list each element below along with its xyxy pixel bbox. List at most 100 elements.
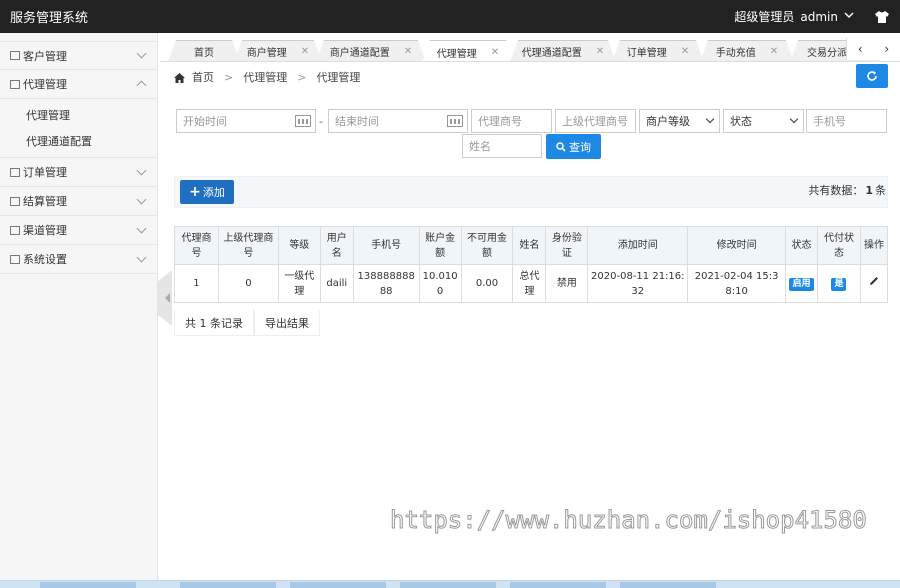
sidebar-subitem-agent-management[interactable]: 代理管理 bbox=[0, 102, 157, 128]
pay-status-badge[interactable]: 是 bbox=[831, 278, 847, 291]
sidebar-item-channels[interactable]: 渠道管理 bbox=[0, 216, 157, 245]
sidebar-item-agents[interactable]: 代理管理 bbox=[0, 70, 157, 99]
top-bar: 服务管理系统 超级管理员 admin bbox=[0, 0, 900, 33]
sidebar-item-orders[interactable]: 订单管理 bbox=[0, 158, 157, 187]
sidebar-item-settlement[interactable]: 结算管理 bbox=[0, 187, 157, 216]
status-badge[interactable]: 启用 bbox=[789, 278, 814, 291]
query-button[interactable]: 查询 bbox=[546, 134, 601, 159]
menu-icon bbox=[10, 254, 20, 264]
total-prefix: 共有数据： bbox=[808, 184, 864, 197]
tab-merchants[interactable]: 商户管理 ✕ bbox=[234, 40, 322, 62]
query-button-label: 查询 bbox=[569, 140, 591, 154]
tab-label: 订单管理 bbox=[626, 48, 667, 59]
refresh-button[interactable] bbox=[856, 64, 888, 88]
caret-left-icon bbox=[164, 293, 170, 303]
table-row: 1 0 一级代理 daili 13888888888 10.0100 0.00 … bbox=[174, 264, 889, 303]
close-icon[interactable]: ✕ bbox=[404, 46, 412, 57]
tab-nav: ‹ › bbox=[846, 38, 900, 60]
close-icon[interactable]: ✕ bbox=[770, 46, 778, 57]
tab-label: 商户管理 bbox=[246, 48, 287, 59]
search-icon bbox=[556, 141, 566, 152]
column-header: 等级 bbox=[277, 226, 321, 265]
tab-agents[interactable]: 代理管理 ✕ bbox=[422, 40, 514, 62]
export-button[interactable]: 导出结果 bbox=[254, 310, 320, 336]
column-header: 手机号 bbox=[352, 226, 420, 265]
cell-balance: 10.0100 bbox=[418, 264, 462, 303]
merchant-level-select[interactable]: 商户等级 bbox=[639, 109, 720, 133]
total-count-value: 1 bbox=[865, 184, 873, 197]
taskbar-item[interactable] bbox=[400, 582, 496, 588]
close-icon[interactable]: ✕ bbox=[681, 46, 689, 57]
tab-home[interactable]: 首页 bbox=[168, 40, 240, 62]
breadcrumb-separator: > bbox=[224, 70, 234, 84]
taskbar-item[interactable] bbox=[510, 582, 606, 588]
column-header: 修改时间 bbox=[687, 226, 787, 265]
tab-label: 首页 bbox=[194, 48, 214, 59]
tab-next-button[interactable]: › bbox=[884, 42, 889, 56]
column-header: 代付状态 bbox=[816, 226, 861, 265]
total-suffix: 条 bbox=[875, 184, 886, 197]
theme-shirt-icon[interactable] bbox=[874, 10, 890, 24]
breadcrumb-home[interactable]: 首页 bbox=[192, 69, 214, 85]
edit-pencil-icon[interactable] bbox=[869, 276, 879, 286]
tab-prev-button[interactable]: ‹ bbox=[858, 42, 863, 56]
watermark: https://www.huzhan.com/ishop41580 bbox=[390, 506, 868, 535]
column-header: 代理商号 bbox=[174, 226, 219, 265]
add-button[interactable]: + 添加 bbox=[180, 180, 234, 204]
breadcrumb-separator: > bbox=[297, 70, 307, 84]
tab-merchant-channels[interactable]: 商户通道配置 ✕ bbox=[316, 40, 426, 62]
taskbar-item[interactable] bbox=[620, 582, 716, 588]
chevron-down-icon bbox=[789, 114, 799, 124]
sidebar-item-customers[interactable]: 客户管理 bbox=[0, 41, 157, 70]
cell-actions bbox=[859, 264, 889, 303]
chevron-down-icon bbox=[136, 252, 147, 262]
home-icon bbox=[174, 72, 185, 83]
tab-orders[interactable]: 订单管理 ✕ bbox=[612, 40, 704, 62]
record-count: 共 1 条记录 bbox=[174, 310, 254, 336]
chevron-down-icon bbox=[136, 165, 147, 175]
tab-bar: 首页 商户管理 ✕ 商户通道配置 ✕ 代理管理 ✕ 代理通道配置 ✕ 订单管理 ✕ 手动充… bbox=[160, 38, 900, 62]
column-header: 姓名 bbox=[512, 226, 547, 265]
close-icon[interactable]: ✕ bbox=[301, 46, 309, 57]
agent-table: 代理商号 上级代理商号 等级 用户名 手机号 账户金额 不可用金额 姓名 身份验… bbox=[174, 226, 889, 303]
chevron-down-icon bbox=[705, 114, 715, 124]
tab-label: 代理管理 bbox=[436, 48, 477, 60]
cell-created: 2020-08-11 21:16:32 bbox=[587, 264, 689, 303]
end-time-field[interactable]: 结束时间 bbox=[328, 109, 468, 133]
sidebar-item-system-settings[interactable]: 系统设置 bbox=[0, 245, 157, 274]
tab-label: 交易分派 bbox=[807, 48, 847, 59]
taskbar-item[interactable] bbox=[40, 582, 136, 588]
column-header: 操作 bbox=[859, 226, 889, 265]
user-menu[interactable]: admin bbox=[800, 10, 838, 24]
start-time-field[interactable]: 开始时间 bbox=[176, 109, 316, 133]
start-time-placeholder: 开始时间 bbox=[183, 115, 227, 128]
tab-manual-recharge[interactable]: 手动充值 ✕ bbox=[700, 40, 794, 62]
merchant-level-value: 商户等级 bbox=[646, 115, 690, 128]
breadcrumb: 首页 > 代理管理 > 代理管理 bbox=[174, 69, 360, 85]
column-header: 状态 bbox=[785, 226, 818, 265]
name-input[interactable]: 姓名 bbox=[462, 134, 542, 158]
agent-no-input[interactable]: 代理商号 bbox=[471, 109, 552, 133]
app-title: 服务管理系统 bbox=[10, 11, 89, 26]
cell-frozen: 0.00 bbox=[460, 264, 514, 303]
breadcrumb-level1[interactable]: 代理管理 bbox=[243, 69, 287, 85]
close-icon[interactable]: ✕ bbox=[491, 47, 499, 58]
cell-level: 一级代理 bbox=[277, 264, 321, 303]
cell-name: 总代理 bbox=[512, 264, 547, 303]
phone-input[interactable]: 手机号 bbox=[806, 109, 887, 133]
cell-pay-status: 是 bbox=[816, 264, 861, 303]
status-select[interactable]: 状态 bbox=[723, 109, 804, 133]
chevron-up-icon bbox=[136, 80, 147, 91]
taskbar-item[interactable] bbox=[180, 582, 276, 588]
sidebar-collapse-handle[interactable] bbox=[158, 270, 172, 326]
sidebar-item-label: 代理管理 bbox=[23, 78, 67, 91]
tab-agent-channels[interactable]: 代理通道配置 ✕ bbox=[510, 40, 616, 62]
parent-agent-no-input[interactable]: 上级代理商号 bbox=[555, 109, 636, 133]
sidebar-subitem-agent-channel-config[interactable]: 代理通道配置 bbox=[0, 128, 157, 154]
taskbar-item[interactable] bbox=[290, 582, 386, 588]
column-header: 身份验证 bbox=[545, 226, 589, 265]
tab-label: 手动充值 bbox=[715, 48, 756, 59]
close-icon[interactable]: ✕ bbox=[596, 46, 604, 57]
menu-icon bbox=[10, 79, 20, 89]
chevron-down-icon[interactable] bbox=[844, 12, 854, 22]
